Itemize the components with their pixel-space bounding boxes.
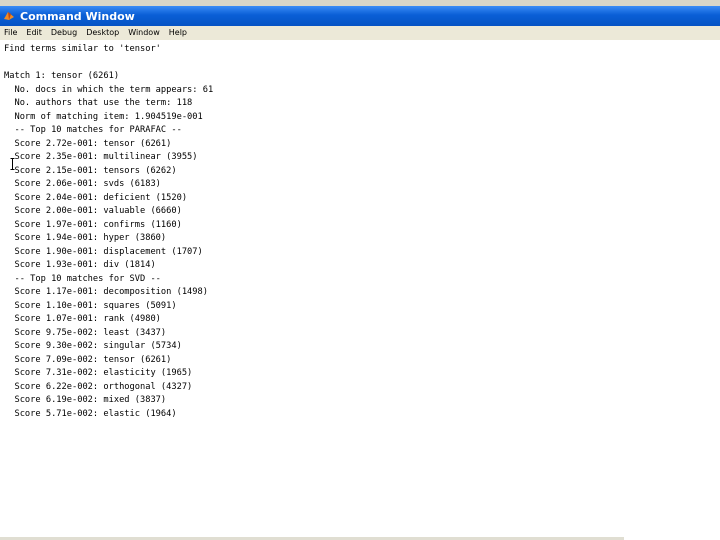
- console-line: Score 6.19e-002: mixed (3837): [4, 395, 167, 405]
- console-line: Match 1: tensor (6261): [4, 71, 120, 81]
- console-line: Score 1.93e-001: div (1814): [4, 260, 156, 270]
- matlab-logo-icon: [4, 12, 14, 20]
- console-line: Score 9.30e-002: singular (5734): [4, 341, 182, 351]
- console-line: Norm of matching item: 1.904519e-001: [4, 111, 203, 122]
- menu-item-window[interactable]: Window: [124, 28, 165, 37]
- matlab-command-window: Command Window File Edit Debug Desktop W…: [0, 0, 720, 540]
- console-line: Score 5.71e-002: elastic (1964): [4, 408, 177, 419]
- console-line: No. authors that use the term: 118: [4, 98, 193, 108]
- console-line: Score 1.10e-001: squares (5091): [4, 300, 177, 311]
- menu-item-help[interactable]: Help: [165, 28, 192, 37]
- console-line: -- Top 10 matches for PARAFAC --: [4, 125, 182, 135]
- console-line: Score 2.00e-001: valuable (6660): [4, 206, 182, 216]
- console-line: Score 1.07e-001: rank (4980): [4, 314, 161, 324]
- console-line: -- Top 10 matches for SVD --: [4, 273, 161, 284]
- menu-item-desktop[interactable]: Desktop: [82, 28, 124, 37]
- console-line: Score 7.09e-002: tensor (6261): [4, 354, 172, 365]
- console-line: Score 2.04e-001: deficient (1520): [4, 192, 188, 203]
- console-line: Score 6.22e-002: orthogonal (4327): [4, 381, 193, 392]
- console-line: Score 1.97e-001: confirms (1160): [4, 219, 182, 230]
- console-line: Score 2.35e-001: multilinear (3955): [4, 152, 198, 162]
- console-line: Score 1.90e-001: displacement (1707): [4, 246, 203, 257]
- console-line: Score 2.06e-001: svds (6183): [4, 179, 161, 189]
- console-line: Score 9.75e-002: least (3437): [4, 327, 167, 338]
- console-line: Score 2.15e-001: tensors (6262): [4, 165, 177, 176]
- window-title: Command Window: [20, 9, 135, 23]
- console-line: Score 1.94e-001: hyper (3860): [4, 233, 167, 243]
- menu-bar: File Edit Debug Desktop Window Help: [0, 26, 720, 39]
- console-line: No. docs in which the term appears: 61: [4, 84, 214, 95]
- menu-item-file[interactable]: File: [0, 28, 22, 37]
- console-line: Score 7.31e-002: elasticity (1965): [4, 368, 193, 378]
- text-cursor-icon: [10, 158, 15, 170]
- console-line: Score 2.72e-001: tensor (6261): [4, 138, 172, 149]
- console-line: Find terms similar to 'tensor': [4, 44, 161, 54]
- console-line: Score 1.17e-001: decomposition (1498): [4, 287, 208, 297]
- menu-item-edit[interactable]: Edit: [22, 28, 47, 37]
- console-text: Find terms similar to 'tensor' Match 1: t…: [0, 40, 720, 421]
- menu-item-debug[interactable]: Debug: [47, 28, 82, 37]
- title-bar[interactable]: Command Window: [0, 6, 720, 26]
- console-output-area[interactable]: Find terms similar to 'tensor' Match 1: t…: [0, 40, 720, 537]
